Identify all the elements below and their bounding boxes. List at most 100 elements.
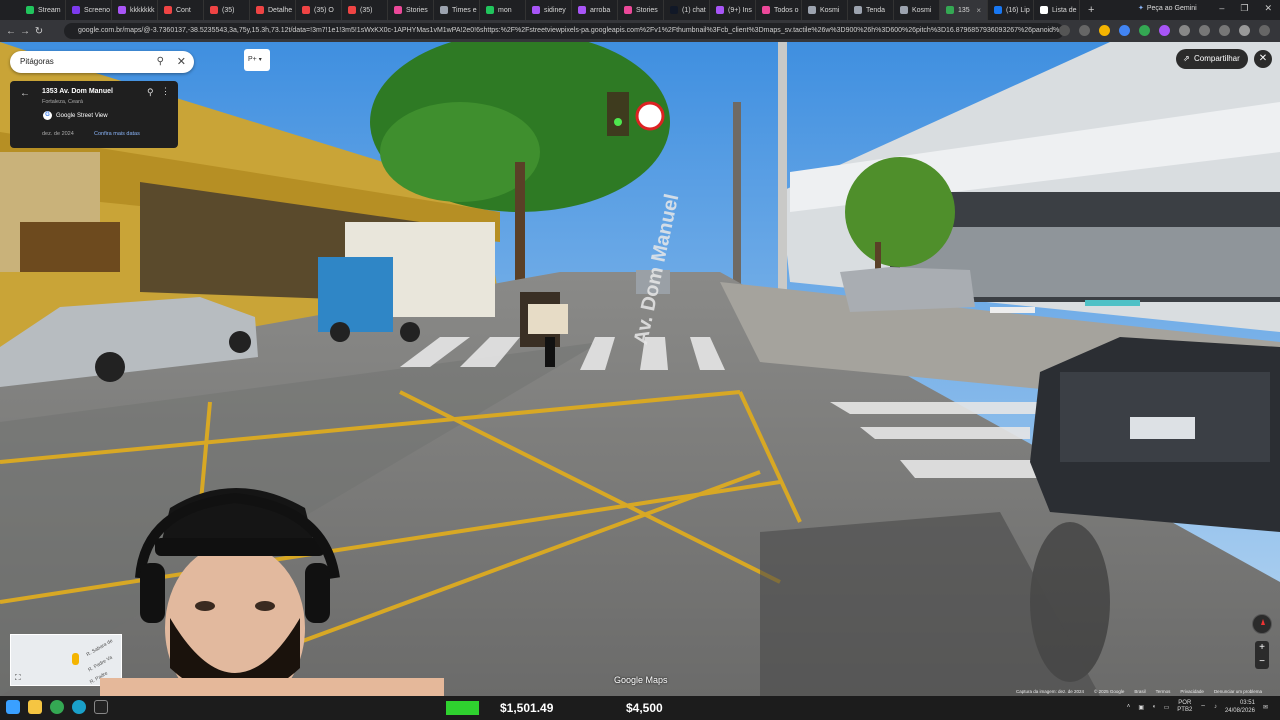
menu-dots-icon[interactable] [1259, 25, 1270, 36]
tab-favicon-icon [302, 6, 310, 14]
network-icon[interactable]: ▣ [1138, 704, 1144, 711]
chevron-up-icon[interactable]: ˄ [1127, 704, 1131, 710]
browser-tab[interactable]: Detalhe [250, 0, 296, 20]
browser-tab[interactable]: Kosmi [894, 0, 940, 20]
back-arrow-icon[interactable]: ← [20, 88, 30, 99]
more-options-icon[interactable]: ⋮ [161, 86, 170, 97]
browser-tab[interactable]: Stories [388, 0, 434, 20]
location-pin-icon[interactable]: ⚲ [147, 87, 154, 98]
url-field[interactable]: google.com.br/maps/@-3.7360137,-38.52355… [64, 23, 1064, 39]
progress-bar [446, 701, 479, 715]
close-window-icon[interactable]: ✕ [1264, 3, 1272, 14]
notification-icon[interactable]: ✉ [1263, 704, 1268, 711]
compass-icon[interactable] [1252, 614, 1272, 634]
sidebar-icon[interactable] [1219, 25, 1230, 36]
browser-tab[interactable]: Tenda [848, 0, 894, 20]
speaker-icon[interactable]: ♪ [1214, 704, 1217, 710]
language-indicator[interactable]: POR PTB2 [1177, 700, 1192, 714]
browser-tab[interactable]: Cont [158, 0, 204, 20]
close-street-view-button[interactable]: ✕ [1254, 50, 1272, 68]
browser-tab[interactable]: (35) O [296, 0, 342, 20]
maximize-icon[interactable]: ❐ [1240, 3, 1248, 14]
close-tab-icon[interactable]: × [976, 6, 981, 15]
browser-tab[interactable]: (35) [342, 0, 388, 20]
browser-tab[interactable]: (9+) Ins [710, 0, 756, 20]
battery-icon[interactable]: ▭ [1164, 704, 1170, 711]
app-icon[interactable] [94, 700, 108, 714]
attribution-item[interactable]: Termos [1156, 689, 1171, 694]
capture-date: dez. de 2024 [42, 131, 74, 137]
edge-icon[interactable] [72, 700, 86, 714]
browser-tab[interactable]: (16) Lip [988, 0, 1034, 20]
share-button[interactable]: ⇗ Compartilhar [1176, 49, 1248, 69]
google-logo-icon: G [43, 111, 52, 120]
extension-icon[interactable] [1099, 25, 1110, 36]
browser-tab[interactable]: 135 × [940, 0, 988, 20]
tab-label: (1) chat [682, 6, 706, 14]
extension-icon[interactable] [1139, 25, 1150, 36]
browser-tab[interactable]: (1) chat [664, 0, 710, 20]
install-icon[interactable] [1059, 25, 1070, 36]
extension-icon[interactable] [1119, 25, 1130, 36]
window-controls: – ❐ ✕ [1219, 3, 1272, 14]
minimize-icon[interactable]: – [1219, 3, 1224, 14]
clear-search-icon[interactable]: ✕ [177, 51, 186, 73]
clock[interactable]: 03:51 24/08/2026 [1225, 699, 1255, 715]
tab-label: arroba [590, 6, 611, 14]
forward-icon[interactable]: → [18, 26, 32, 37]
file-explorer-icon[interactable] [28, 700, 42, 714]
tab-favicon-icon [900, 6, 908, 14]
tab-favicon-icon [762, 6, 770, 14]
puzzle-icon[interactable] [1199, 25, 1210, 36]
search-input[interactable]: Pitágoras ⚲ ✕ [10, 51, 194, 73]
attribution-item[interactable]: Denunciar um problema [1214, 689, 1262, 694]
browser-tab[interactable]: Stream [20, 0, 66, 20]
tab-favicon-icon [670, 6, 678, 14]
volume-icon[interactable]: ◖ [1152, 704, 1156, 710]
browser-tab[interactable]: (35) [204, 0, 250, 20]
tab-label: (35) [360, 6, 373, 14]
wifi-icon[interactable]: ⌔ [1200, 703, 1206, 711]
browser-tab[interactable]: Times e [434, 0, 480, 20]
browser-tab[interactable]: Stories [618, 0, 664, 20]
attribution-item[interactable]: Privacidade [1180, 689, 1204, 694]
bookmark-star-icon[interactable] [1079, 25, 1090, 36]
extension-icon[interactable] [1159, 25, 1170, 36]
new-tab-button[interactable]: + [1080, 4, 1102, 16]
tab-label: mon [498, 6, 512, 14]
more-dates-link[interactable]: Confira mais datas [94, 131, 140, 137]
expand-map-icon[interactable]: ⛶ [15, 673, 21, 683]
zoom-in-icon[interactable]: + [1255, 641, 1269, 655]
tab-favicon-icon [716, 6, 724, 14]
zoom-out-icon[interactable]: − [1255, 655, 1269, 669]
browser-tab[interactable]: mon [480, 0, 526, 20]
system-tray: ˄ ▣ ◖ ▭ POR PTB2 ⌔ ♪ 03:51 24/08/2026 ✉ [1127, 699, 1268, 715]
tab-favicon-icon [946, 6, 954, 14]
browser-tab[interactable]: sidiney [526, 0, 572, 20]
search-icon[interactable]: ⚲ [157, 51, 164, 73]
browser-tab[interactable]: Screeno [66, 0, 112, 20]
browser-tab[interactable]: Lista de [1034, 0, 1080, 20]
tab-favicon-icon [854, 6, 862, 14]
tab-label: Times e [452, 6, 477, 14]
windows-start-icon[interactable] [6, 700, 20, 714]
extension-icon[interactable] [1179, 25, 1190, 36]
tab-label: Tenda [866, 6, 886, 14]
tab-favicon-icon [26, 6, 34, 14]
tab-label: Stories [406, 6, 428, 14]
tab-favicon-icon [348, 6, 356, 14]
streamer-webcam-image [100, 488, 444, 720]
profile-avatar[interactable] [1239, 25, 1250, 36]
attribution-item[interactable]: Brasil [1134, 689, 1145, 694]
pegman-layer-button[interactable]: P+ ▾ [244, 49, 270, 71]
browser-tab[interactable]: arroba [572, 0, 618, 20]
browser-tab[interactable]: kkkkkkk [112, 0, 158, 20]
back-icon[interactable]: ← [4, 26, 18, 37]
reload-icon[interactable]: ↻ [32, 26, 46, 37]
gemini-button[interactable]: ✦ Peça ao Gemini [1138, 4, 1197, 13]
tab-favicon-icon [1040, 6, 1048, 14]
address-title: 1353 Av. Dom Manuel [42, 88, 113, 95]
browser-tab[interactable]: Todos o [756, 0, 802, 20]
chrome-icon[interactable] [50, 700, 64, 714]
browser-tab[interactable]: Kosmi [802, 0, 848, 20]
